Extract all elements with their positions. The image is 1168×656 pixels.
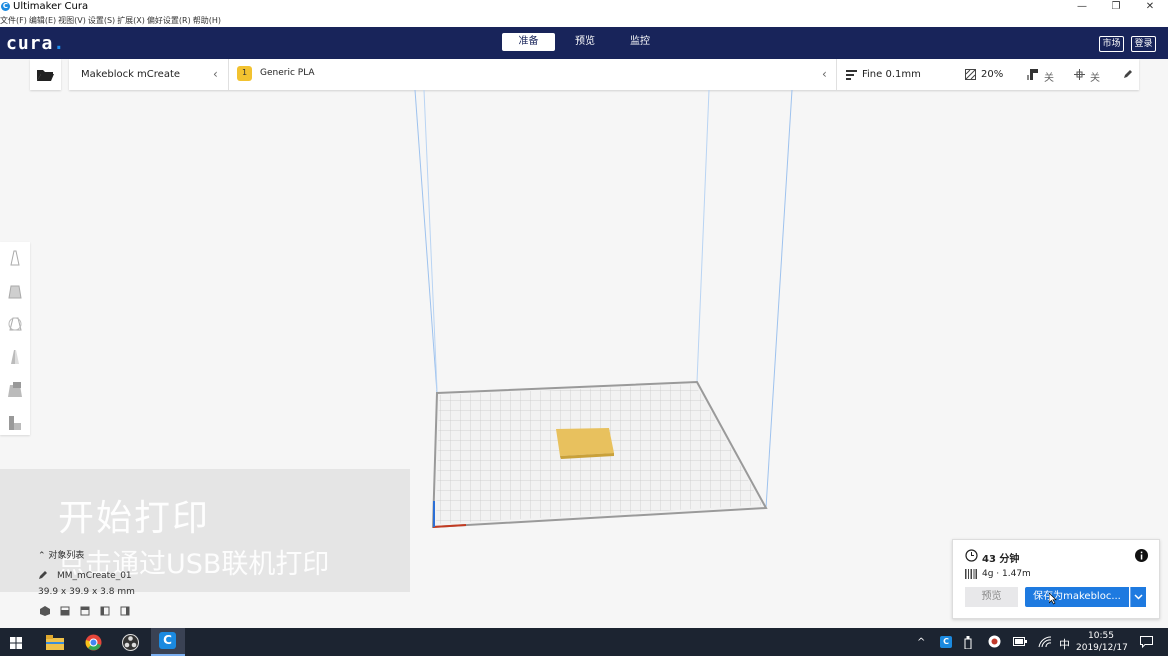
cura-app-icon: C [1, 2, 10, 11]
profile-icon [846, 70, 857, 80]
tool-panel [0, 242, 30, 435]
material-usage-icon [965, 569, 977, 579]
rotate-tool-icon[interactable] [5, 314, 25, 334]
save-options-dropdown[interactable] [1130, 587, 1146, 607]
infill-value[interactable]: 20% [981, 69, 1003, 80]
stage-menu: Makeblock mCreate ‹ 1 Generic PLA ‹ Fine… [69, 59, 1139, 90]
file-explorer-icon[interactable] [46, 635, 64, 650]
clock-icon [965, 549, 978, 562]
tab-monitor[interactable]: 监控 [615, 33, 665, 51]
cura-app-icon: C [159, 632, 176, 649]
ime-indicator[interactable]: 中 [1059, 636, 1070, 652]
model-object[interactable] [556, 428, 614, 456]
material-usage: 4g · 1.47m [982, 569, 1031, 579]
view-front-icon[interactable] [60, 606, 70, 616]
adhesion-icon [1074, 69, 1085, 80]
menu-edit[interactable]: 编辑(E) [29, 16, 56, 25]
open-file-button[interactable] [30, 59, 61, 90]
title-bar: C Ultimaker Cura — ❐ ✕ [0, 0, 1168, 14]
move-tool-icon[interactable] [5, 248, 25, 268]
per-model-settings-icon[interactable] [5, 380, 25, 400]
windows-taskbar: C ^ C 中 10:55 2019/12/17 [0, 628, 1168, 656]
print-time: 43 分钟 [982, 554, 1020, 565]
adhesion-value[interactable]: 关 [1090, 69, 1100, 84]
folder-icon [37, 70, 54, 81]
infill-icon [965, 69, 976, 80]
object-list-toggle[interactable]: ⌃ 对象列表 [38, 548, 84, 561]
notification-icon[interactable] [1140, 636, 1153, 648]
tray-cura-icon[interactable]: C [940, 636, 952, 648]
app-header: cura. 准备 预览 监控 市场 登录 [0, 27, 1168, 59]
window-title: Ultimaker Cura [13, 1, 89, 12]
support-value[interactable]: 关 [1044, 69, 1054, 84]
object-list-header: 对象列表 [48, 551, 85, 561]
preview-button[interactable]: 预览 [965, 587, 1018, 607]
info-icon[interactable] [1135, 549, 1148, 562]
menu-extensions[interactable]: 扩展(X) [117, 16, 145, 25]
overlay-title: 开始打印 [58, 498, 211, 539]
menu-view[interactable]: 视图(V) [58, 16, 86, 25]
print-setup-panel: 43 分钟 4g · 1.47m 预览 保存为makebloc... [952, 539, 1160, 619]
menu-bar: 文件(F) 编辑(E) 视图(V) 设置(S) 扩展(X) 偏好设置(R) 帮助(H) [0, 14, 1168, 27]
divider [228, 59, 229, 90]
chrome-icon[interactable] [85, 634, 102, 651]
view-3d-icon[interactable] [40, 606, 50, 616]
pencil-icon[interactable] [38, 570, 48, 580]
close-button[interactable]: ✕ [1132, 0, 1168, 14]
material-warning-badge: 1 [237, 66, 252, 81]
chevron-down-icon [1134, 594, 1143, 600]
divider [836, 59, 837, 90]
tray-app-icon[interactable] [988, 635, 1001, 648]
tab-prepare[interactable]: 准备 [502, 33, 555, 51]
restore-button[interactable]: ❐ [1098, 0, 1134, 14]
chevron-up-icon: ⌃ [38, 551, 46, 561]
clock[interactable]: 10:55 2019/12/17 [1076, 630, 1128, 654]
object-dimensions: 39.9 x 39.9 x 3.8 mm [38, 587, 135, 597]
battery-icon[interactable] [1013, 637, 1027, 646]
view-left-icon[interactable] [100, 606, 110, 616]
wifi-icon[interactable] [1038, 636, 1052, 648]
print-profile[interactable]: Fine 0.1mm [862, 69, 921, 80]
save-to-printer-button[interactable]: 保存为makebloc... [1025, 587, 1129, 607]
build-volume-edge [696, 90, 710, 383]
menu-file[interactable]: 文件(F) [0, 16, 27, 25]
printer-selector[interactable]: Makeblock mCreate [81, 69, 180, 80]
build-volume-edge [765, 90, 793, 509]
mouse-cursor-icon [1049, 593, 1057, 605]
support-blocker-icon[interactable] [5, 413, 25, 433]
minimize-button[interactable]: — [1064, 0, 1100, 14]
sign-in-button[interactable]: 登录 [1131, 36, 1156, 52]
menu-preferences[interactable]: 偏好设置(R) [147, 16, 191, 25]
menu-settings[interactable]: 设置(S) [88, 16, 115, 25]
obs-icon[interactable] [122, 634, 139, 651]
marketplace-button[interactable]: 市场 [1099, 36, 1124, 52]
material-selector[interactable]: Generic PLA [260, 68, 315, 78]
support-icon [1027, 69, 1038, 80]
chevron-left-icon[interactable]: ‹ [213, 67, 218, 81]
tab-preview[interactable]: 预览 [560, 33, 610, 51]
menu-help[interactable]: 帮助(H) [193, 16, 221, 25]
pencil-icon[interactable] [1123, 69, 1133, 79]
clock-date: 2019/12/17 [1076, 643, 1128, 653]
mirror-tool-icon[interactable] [5, 347, 25, 367]
object-name: MM_mCreate_01 [57, 571, 132, 581]
cura-logo: cura. [6, 33, 66, 54]
windows-start-icon[interactable] [10, 637, 22, 649]
clock-time: 10:55 [1088, 631, 1114, 641]
usb-drive-icon[interactable] [964, 636, 972, 649]
taskbar-cura-active[interactable]: C [151, 628, 185, 656]
chevron-left-icon[interactable]: ‹ [822, 67, 827, 81]
view-top-icon[interactable] [80, 606, 90, 616]
view-right-icon[interactable] [120, 606, 130, 616]
scale-tool-icon[interactable] [5, 281, 25, 301]
tray-chevron-up-icon[interactable]: ^ [917, 637, 925, 648]
